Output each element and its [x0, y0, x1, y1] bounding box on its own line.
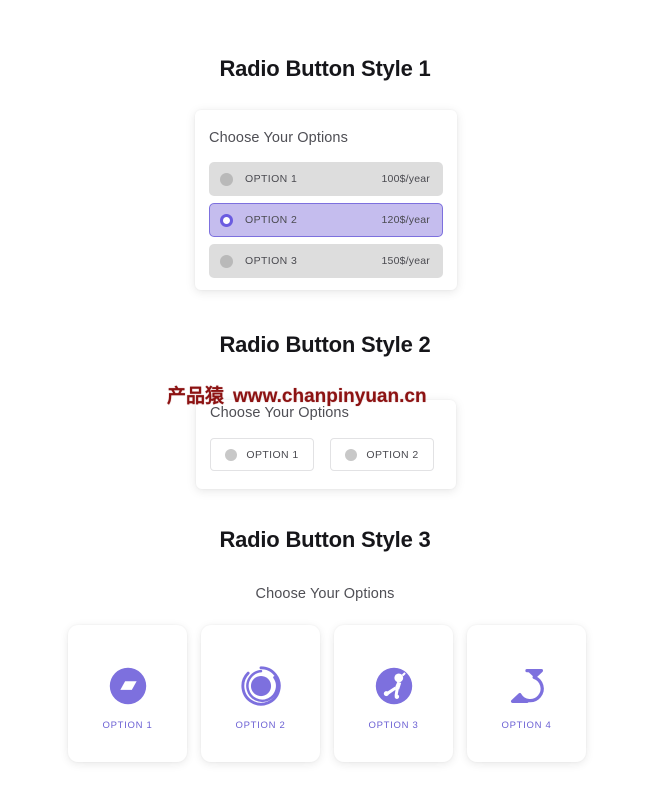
option-pill-1[interactable]: OPTION 1	[210, 438, 314, 471]
option-tile-4[interactable]: OPTION 4	[467, 625, 586, 762]
option-row-2[interactable]: OPTION 2 120$/year	[209, 203, 443, 237]
option-label: OPTION 2	[235, 720, 286, 731]
radio-dot-icon[interactable]	[220, 172, 233, 186]
option-label: OPTION 3	[368, 720, 419, 731]
card-label-style-3: Choose Your Options	[255, 586, 395, 602]
section-title-style-2: Radio Button Style 2	[219, 332, 431, 357]
radio-card-style-1: Choose Your Options OPTION 1 100$/year O…	[195, 110, 457, 290]
watermark-overlay: 产品猿 www.chanpinyuan.cn	[167, 381, 427, 408]
option-list-style-1: OPTION 1 100$/year OPTION 2 120$/year OP…	[209, 162, 443, 285]
option-price: 120$/year	[381, 214, 430, 226]
option-list-style-2: OPTION 1 OPTION 2	[210, 438, 434, 471]
section-title-style-3: Radio Button Style 3	[219, 527, 431, 552]
watermark-url: www.chanpinyuan.cn	[233, 386, 427, 407]
option-row-3[interactable]: OPTION 3 150$/year	[209, 244, 443, 278]
swirl-ring-circle-icon	[240, 666, 281, 706]
watermark-brand: 产品猿	[167, 386, 225, 407]
astronaut-circle-icon	[375, 667, 412, 705]
option-label: OPTION 1	[102, 720, 153, 731]
parallelogram-circle-icon	[109, 667, 146, 705]
option-label: OPTION 4	[501, 720, 552, 731]
option-list-style-3: OPTION 1 OPTION 2 OPTION 3 OPTION 4	[68, 625, 586, 762]
section-title-style-1: Radio Button Style 1	[219, 56, 431, 81]
radio-card-style-2: Choose Your Options OPTION 1 OPTION 2	[196, 400, 456, 489]
option-label: OPTION 3	[245, 255, 298, 267]
page-root: Radio Button Style 1 Choose Your Options…	[0, 0, 650, 811]
card-label-style-1: Choose Your Options	[209, 130, 348, 146]
option-tile-1[interactable]: OPTION 1	[68, 625, 187, 762]
pointed-ring-icon	[510, 669, 544, 703]
option-label: OPTION 2	[245, 214, 298, 226]
radio-dot-icon[interactable]	[225, 448, 238, 461]
option-price: 150$/year	[381, 255, 430, 267]
option-tile-3[interactable]: OPTION 3	[334, 625, 453, 762]
option-label: OPTION 2	[366, 448, 419, 461]
radio-dot-icon[interactable]	[220, 254, 233, 268]
option-pill-2[interactable]: OPTION 2	[330, 438, 434, 471]
option-label: OPTION 1	[246, 448, 299, 461]
option-tile-2[interactable]: OPTION 2	[201, 625, 320, 762]
option-price: 100$/year	[381, 173, 430, 185]
option-row-1[interactable]: OPTION 1 100$/year	[209, 162, 443, 196]
radio-dot-selected-icon[interactable]	[220, 213, 233, 227]
option-label: OPTION 1	[245, 173, 298, 185]
radio-dot-icon[interactable]	[345, 448, 358, 461]
